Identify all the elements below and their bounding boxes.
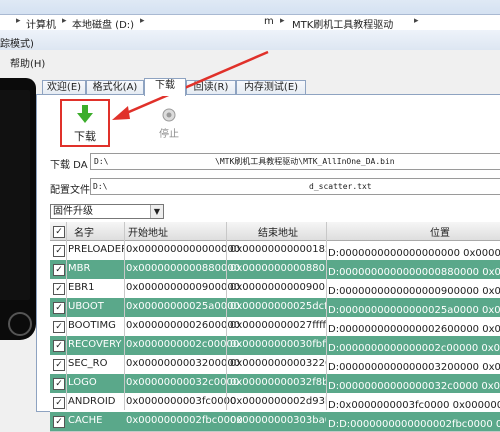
row-checkbox[interactable]: ✓ xyxy=(53,302,65,314)
cell-name: MBR xyxy=(68,263,91,274)
cell-end: 0x00000000032f8b7b xyxy=(230,377,326,388)
table-row[interactable]: ✓LOGO0x00000000032c00000x00000000032f8b7… xyxy=(50,374,500,394)
table-row[interactable]: ✓ CACHE 0x0000000002fbc0000 0x00000000303ba… xyxy=(50,412,500,432)
column-divider xyxy=(66,222,67,410)
row-checkbox[interactable]: ✓ xyxy=(53,264,65,276)
table-row[interactable]: ✓ SEC_RO 0x0000000003200000 0x0000000000322… xyxy=(50,355,500,375)
row-checkbox[interactable]: ✓ xyxy=(53,321,65,333)
cell-end: 0x00000000030fbfff xyxy=(230,339,326,350)
download-mode-value: 固件升级 xyxy=(53,206,93,217)
cell-end: 0x00000000008801ff xyxy=(230,263,326,274)
cell-name: EBR1 xyxy=(68,282,95,293)
download-agent-field[interactable]: D:\ \MTK刷机工具教程驱动\MTK_AllInOne_DA.bin xyxy=(90,153,500,170)
cell-end: 0x00000000009001ff xyxy=(230,282,326,293)
row-checkbox[interactable]: ✓ xyxy=(53,245,65,257)
cell-loc: D:00000000000000032c0000 0x00000000刷机包\ xyxy=(328,381,500,392)
column-divider xyxy=(124,222,125,410)
cell-loc: D:0000000000000000900000 0x00000000刷机包\ xyxy=(328,286,500,297)
cell-name: BOOTIMG xyxy=(68,320,116,331)
row-checkbox[interactable]: ✓ xyxy=(53,397,65,409)
table-row[interactable]: ✓MBR0x00000000008800000x00000000008801ff… xyxy=(50,260,500,280)
cell-loc: D:0000000000000000880000 0x00000000刷机包\ xyxy=(328,267,500,278)
cell-name: UBOOT xyxy=(68,301,104,312)
table-row[interactable]: ✓ PRELOADER 0x0000000000000000 0x0000000000… xyxy=(50,241,500,261)
download-agent-label: 下载 DA xyxy=(50,160,88,171)
table-row[interactable]: ✓UBOOT0x00000000025a00000x00000000025dcf… xyxy=(50,298,500,318)
cell-loc: D:D:0000000000000002fbc0000 0x00000000刷机… xyxy=(328,419,500,430)
download-mode-select[interactable]: 固件升级 ▼ xyxy=(50,204,164,219)
download-agent-path-start: D:\ xyxy=(94,157,109,166)
row-checkbox[interactable]: ✓ xyxy=(53,359,65,371)
cell-end: 0x00000000027ffff xyxy=(230,320,326,331)
table-row[interactable]: ✓ ANDROID 0x0000000003fc0000 0x0000000002d9… xyxy=(50,393,500,413)
column-end-address[interactable]: 结束地址 xyxy=(258,224,298,239)
row-checkbox[interactable]: ✓ xyxy=(53,283,65,295)
select-all-checkbox[interactable]: ✓ xyxy=(53,226,65,238)
scatter-path-end: d_scatter.txt xyxy=(309,182,372,191)
cell-start: 0x0000000002fbc0000 xyxy=(126,415,243,426)
scatter-file-label: 配置文件 xyxy=(50,185,90,196)
column-divider xyxy=(226,222,227,410)
cell-end: 0x00000000003220fff xyxy=(230,358,326,369)
table-row[interactable]: ✓ RECOVERY 0x0000000002c00000 0x00000000030… xyxy=(50,336,500,356)
scatter-path-start: D:\ xyxy=(93,182,108,191)
cell-loc: D:0000000000000002600000 0x00000000刷机包\ xyxy=(328,324,500,335)
download-agent-path-end: \MTK刷机工具教程驱动\MTK_AllInOne_DA.bin xyxy=(215,157,395,166)
cell-end: 0x00000000025dcf63 xyxy=(230,301,326,312)
cell-name: ANDROID xyxy=(68,396,116,407)
row-checkbox[interactable]: ✓ xyxy=(53,378,65,390)
column-start-address[interactable]: 开始地址 xyxy=(128,224,168,239)
cell-name: SEC_RO xyxy=(68,358,108,369)
row-checkbox[interactable]: ✓ xyxy=(53,416,65,428)
column-location[interactable]: 位置 xyxy=(430,224,450,239)
cell-end: 0x00000000303ba0e7 xyxy=(230,415,326,426)
table-row[interactable]: ✓EBR10x00000000009000000x00000000009001f… xyxy=(50,279,500,299)
cell-name: CACHE xyxy=(68,415,103,426)
table-header: ✓ 名字 开始地址 结束地址 位置 xyxy=(50,222,500,241)
column-name[interactable]: 名字 xyxy=(74,224,94,239)
table-row[interactable]: ✓ BOOTIMG 0x0000000002600000 0x00000000027f… xyxy=(50,317,500,337)
cell-loc: D:0000000000000000000 0x00000000刷机包\ xyxy=(328,248,500,259)
cell-end: 0x0000000002d93bbb7 xyxy=(230,396,326,407)
column-divider xyxy=(326,222,327,410)
cell-loc: D:00000000000000025a0000 0x00000000刷机包\ xyxy=(328,305,500,316)
cell-name: PRELOADER xyxy=(68,244,124,255)
cell-loc: D:0000000000000002c00000 0x00000000刷机包\ xyxy=(328,343,500,354)
cell-name: LOGO xyxy=(68,377,97,388)
scatter-file-field[interactable]: D:\ d_scatter.txt xyxy=(90,178,500,195)
cell-loc: D:0000000000000003200000 0x00000000刷机包\ xyxy=(328,362,500,373)
row-checkbox[interactable]: ✓ xyxy=(53,340,65,352)
tab-download[interactable]: 下载 xyxy=(144,78,186,96)
cell-loc: D:0x0000000003fc0000 0x00000000刷机包\ xyxy=(328,400,500,411)
chevron-down-icon[interactable]: ▼ xyxy=(150,205,163,218)
cell-name: RECOVERY xyxy=(68,339,122,350)
cell-end: 0x0000000000018227 xyxy=(230,244,326,255)
